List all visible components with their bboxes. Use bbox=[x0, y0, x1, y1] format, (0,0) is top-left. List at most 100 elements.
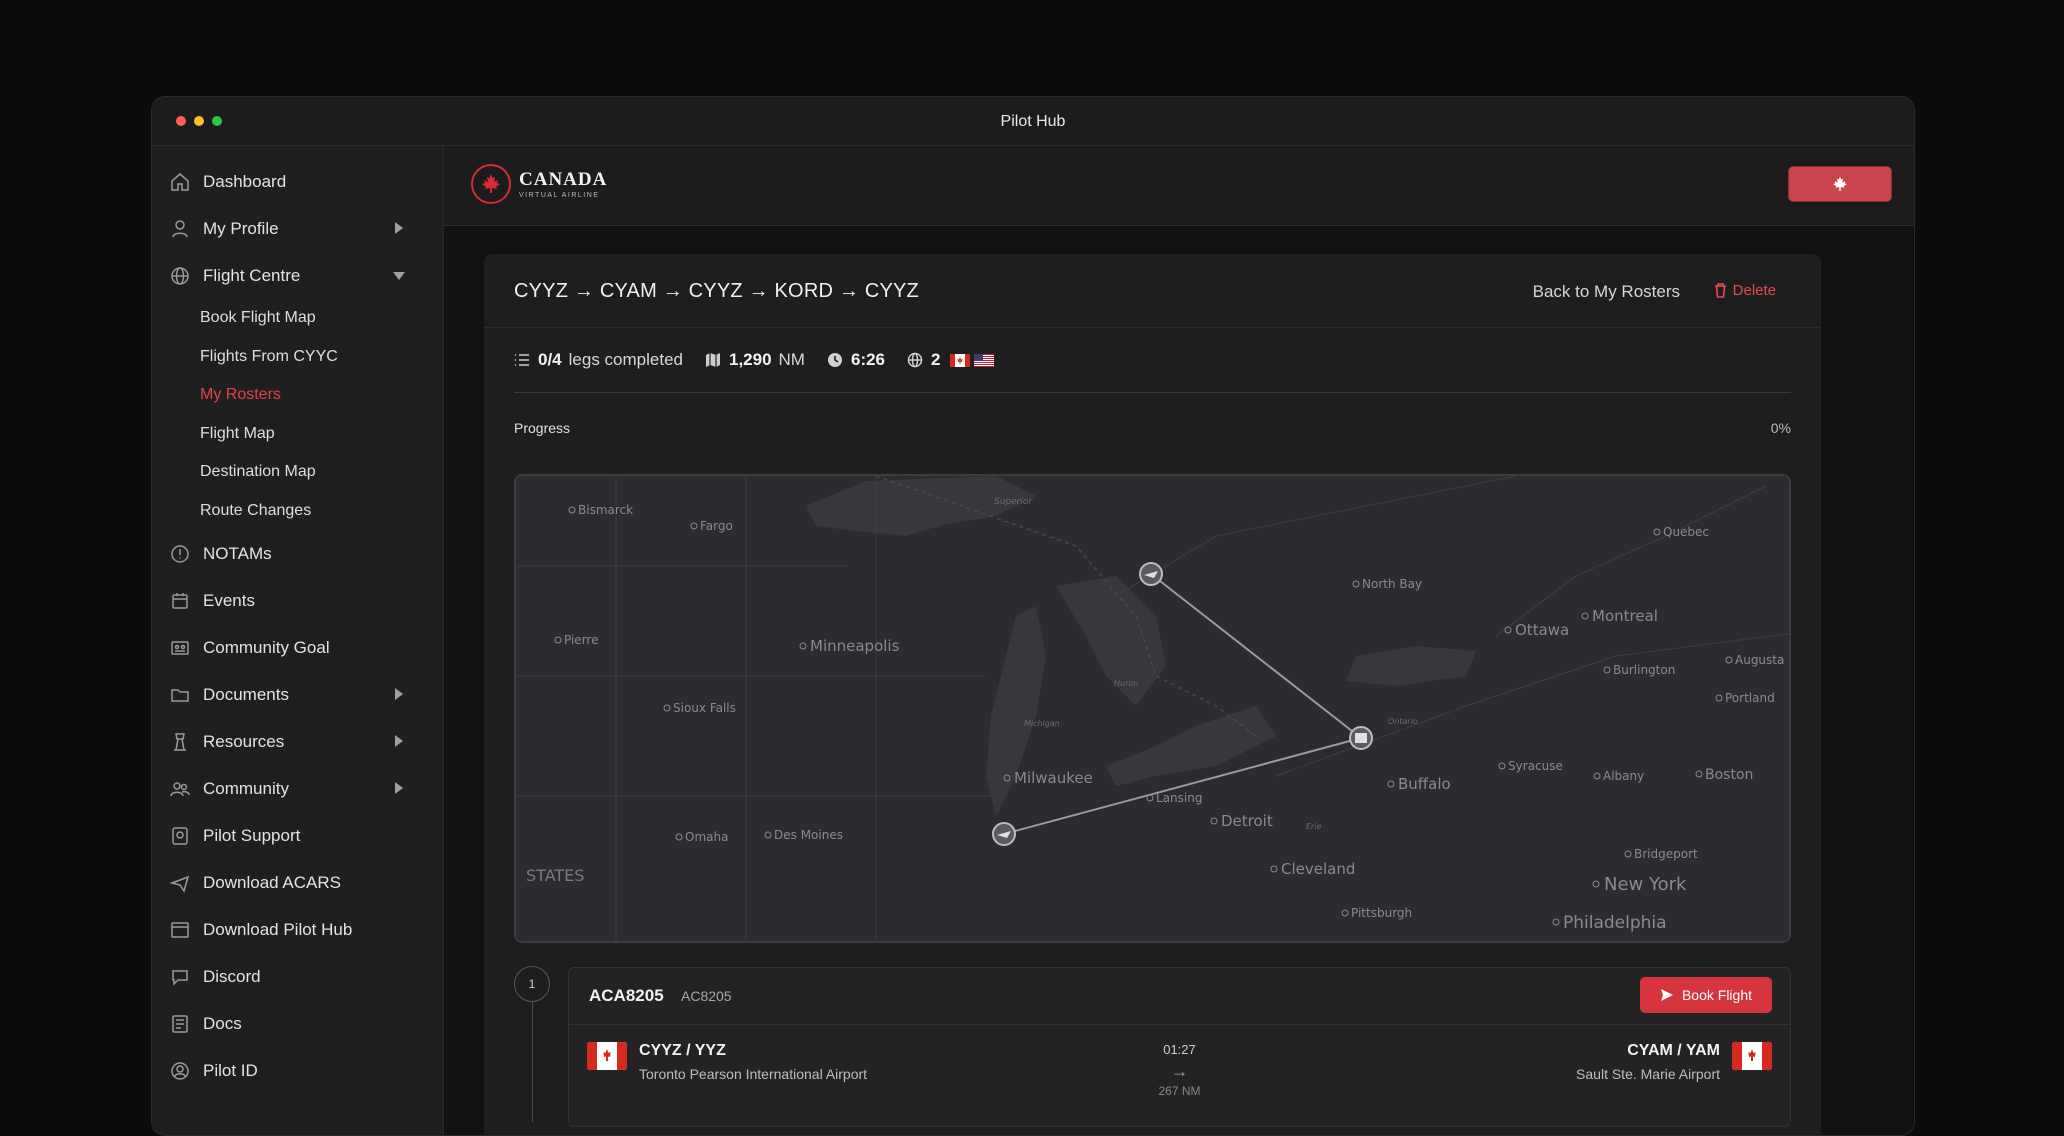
progress-percent: 0% bbox=[1770, 420, 1791, 436]
sidebar-sub-book-flight-map[interactable]: Book Flight Map bbox=[152, 299, 443, 338]
sidebar-item-pilot-support[interactable]: Pilot Support bbox=[152, 812, 443, 859]
city-philadelphia: Philadelphia bbox=[1552, 913, 1667, 933]
sidebar-item-discord[interactable]: Discord bbox=[152, 953, 443, 1000]
sidebar-item-notams[interactable]: NOTAMs bbox=[152, 530, 443, 577]
user-circle-icon bbox=[169, 1060, 191, 1082]
minimize-window-button[interactable] bbox=[194, 116, 204, 126]
sidebar-item-my-profile[interactable]: My Profile bbox=[152, 205, 443, 252]
book-flight-button[interactable]: Book Flight bbox=[1640, 977, 1772, 1013]
airline-logo[interactable]: CANADA VIRTUAL AIRLINE bbox=[471, 164, 607, 204]
svg-text:Lansing: Lansing bbox=[1156, 791, 1202, 805]
goal-icon bbox=[169, 637, 191, 659]
sidebar-sub-destination-map[interactable]: Destination Map bbox=[152, 453, 443, 492]
svg-text:Des Moines: Des Moines bbox=[774, 828, 843, 842]
sidebar-sub-flight-map[interactable]: Flight Map bbox=[152, 415, 443, 454]
city-pittsburgh: Pittsburgh bbox=[1341, 906, 1412, 920]
sidebar-item-dashboard[interactable]: Dashboard bbox=[152, 158, 443, 205]
city-sioux-falls: Sioux Falls bbox=[663, 701, 736, 715]
sidebar-item-docs[interactable]: Docs bbox=[152, 1000, 443, 1047]
delete-button[interactable]: Delete bbox=[1714, 282, 1776, 299]
city-montreal: Montreal bbox=[1581, 607, 1658, 625]
arrow-right-icon: → bbox=[1170, 1061, 1189, 1081]
canada-flag-icon bbox=[587, 1042, 627, 1070]
app-window: Pilot Hub Dashboard My Profile Flight Ce… bbox=[151, 96, 1915, 1136]
delete-label: Delete bbox=[1732, 282, 1776, 299]
sidebar-item-community-goal[interactable]: Community Goal bbox=[152, 624, 443, 671]
label-lake-erie: Erie bbox=[1306, 822, 1322, 831]
sidebar-item-label: Events bbox=[203, 590, 255, 610]
airport-marker-cyyz[interactable] bbox=[1349, 726, 1373, 750]
page-title: CYYZ → CYAM → CYYZ → KORD → CYYZ bbox=[514, 280, 919, 302]
map-icon bbox=[705, 353, 720, 367]
city-cleveland: Cleveland bbox=[1270, 860, 1355, 878]
sidebar-item-pilot-id[interactable]: Pilot ID bbox=[152, 1047, 443, 1094]
chevron-right-icon bbox=[395, 688, 403, 700]
folder-icon bbox=[169, 684, 191, 706]
label-lake-huron: Huron bbox=[1114, 679, 1138, 688]
chevron-right-icon bbox=[395, 222, 403, 234]
airport-marker-cyam[interactable] bbox=[1139, 562, 1163, 586]
route-map[interactable]: Bismarck Fargo Superior Quebec North Bay… bbox=[514, 474, 1791, 943]
city-bismarck: Bismarck bbox=[568, 503, 633, 517]
svg-text:Portland: Portland bbox=[1725, 691, 1775, 705]
calendar-icon bbox=[169, 590, 191, 612]
sidebar-item-events[interactable]: Events bbox=[152, 577, 443, 624]
svg-text:Ottawa: Ottawa bbox=[1515, 621, 1569, 639]
sidebar-sub-my-rosters[interactable]: My Rosters bbox=[152, 376, 443, 415]
label-lake-michigan: Michigan bbox=[1024, 719, 1060, 728]
sidebar-item-documents[interactable]: Documents bbox=[152, 671, 443, 718]
label-lake-ontario: Ontario bbox=[1388, 717, 1418, 726]
alert-icon bbox=[169, 543, 191, 565]
destination-code: CYAM / YAM bbox=[1627, 1042, 1720, 1059]
sidebar-item-download-acars[interactable]: Download ACARS bbox=[152, 859, 443, 906]
svg-text:Pierre: Pierre bbox=[564, 633, 598, 647]
svg-text:Erie: Erie bbox=[1306, 822, 1322, 831]
maximize-window-button[interactable] bbox=[212, 116, 222, 126]
city-detroit: Detroit bbox=[1210, 812, 1273, 830]
clock-icon bbox=[827, 353, 842, 367]
book-icon bbox=[169, 1013, 191, 1035]
progress-label: Progress bbox=[514, 420, 571, 436]
svg-text:Bridgeport: Bridgeport bbox=[1634, 847, 1698, 861]
sidebar-item-label: Download ACARS bbox=[203, 872, 341, 892]
sidebar-item-download-pilot-hub[interactable]: Download Pilot Hub bbox=[152, 906, 443, 953]
maple-leaf-icon bbox=[1833, 176, 1847, 191]
city-north-bay: North Bay bbox=[1352, 577, 1422, 591]
airport-marker-kord[interactable] bbox=[992, 822, 1016, 846]
svg-text:Buffalo: Buffalo bbox=[1398, 775, 1451, 793]
leg-time: 01:27 → 267 NM bbox=[1158, 1042, 1200, 1098]
sidebar-item-label: Flight Centre bbox=[203, 265, 301, 285]
sidebar-item-resources[interactable]: Resources bbox=[152, 718, 443, 765]
stats-divider bbox=[514, 392, 1791, 393]
sidebar-item-community[interactable]: Community bbox=[152, 765, 443, 812]
svg-text:Sioux Falls: Sioux Falls bbox=[673, 701, 736, 715]
globe-icon bbox=[907, 352, 923, 368]
svg-text:Detroit: Detroit bbox=[1221, 812, 1273, 830]
svg-text:Boston: Boston bbox=[1705, 767, 1753, 783]
legs-completed-value: 0/4 bbox=[538, 350, 562, 369]
region-flag-button[interactable] bbox=[1788, 166, 1892, 202]
chevron-down-icon bbox=[393, 272, 405, 280]
city-buffalo: Buffalo bbox=[1387, 775, 1451, 793]
city-minneapolis: Minneapolis bbox=[799, 637, 900, 655]
close-window-button[interactable] bbox=[176, 116, 186, 126]
people-icon bbox=[169, 778, 191, 800]
sidebar-item-flight-centre[interactable]: Flight Centre bbox=[152, 252, 443, 299]
sidebar-item-label: Pilot Support bbox=[203, 825, 301, 845]
svg-text:Philadelphia: Philadelphia bbox=[1563, 913, 1667, 933]
home-icon bbox=[169, 171, 191, 193]
roster-panel: CYYZ → CYAM → CYYZ → KORD → CYYZ Back to… bbox=[484, 254, 1821, 1135]
back-to-rosters-link[interactable]: Back to My Rosters bbox=[1533, 282, 1680, 302]
sidebar-sub-route-changes[interactable]: Route Changes bbox=[152, 492, 443, 531]
city-quebec: Quebec bbox=[1653, 525, 1709, 539]
svg-text:Burlington: Burlington bbox=[1613, 663, 1675, 677]
sidebar-item-label: Community Goal bbox=[203, 637, 330, 657]
sidebar-sub-flights-from-cyyc[interactable]: Flights From CYYC bbox=[152, 338, 443, 377]
legs-completed-label: legs completed bbox=[568, 350, 683, 369]
city-ottawa: Ottawa bbox=[1504, 621, 1569, 639]
svg-text:Milwaukee: Milwaukee bbox=[1014, 769, 1093, 787]
duration-value: 6:26 bbox=[850, 350, 886, 369]
city-superior: Superior bbox=[994, 497, 1033, 507]
leg-flight-number: AC8205 bbox=[681, 988, 732, 1004]
city-bridgeport: Bridgeport bbox=[1624, 847, 1698, 861]
